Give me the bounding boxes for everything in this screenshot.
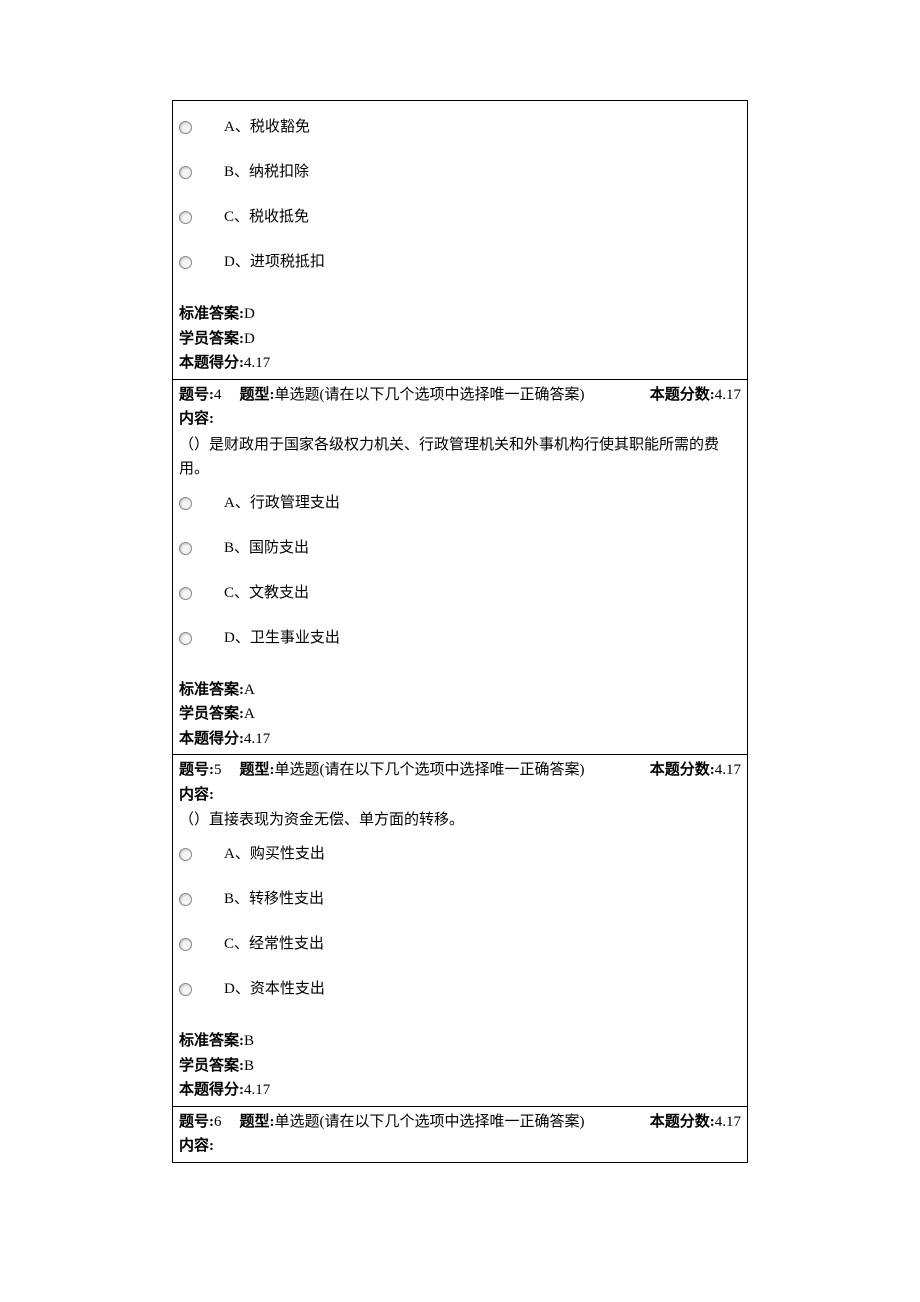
- question-header: 题号:6 题型:单选题(请在以下几个选项中选择唯一正确答案) 本题分数:4.17: [179, 1111, 741, 1134]
- standard-answer-line: 标准答案:A: [179, 679, 741, 702]
- option-row[interactable]: D、资本性支出: [179, 967, 741, 1012]
- option-row[interactable]: B、纳税扣除: [179, 150, 741, 195]
- student-answer-line: 学员答案:D: [179, 328, 741, 351]
- question-header: 题号:5 题型:单选题(请在以下几个选项中选择唯一正确答案) 本题分数:4.17: [179, 759, 741, 782]
- question-block: 题号:6 题型:单选题(请在以下几个选项中选择唯一正确答案) 本题分数:4.17…: [173, 1106, 747, 1162]
- question-score-value: 4.17: [715, 387, 741, 403]
- radio-icon[interactable]: [179, 938, 192, 951]
- student-answer-value: D: [244, 331, 255, 347]
- question-number-value: 5: [214, 762, 222, 778]
- question-content: （）直接表现为资金无偿、单方面的转移。: [179, 808, 741, 832]
- standard-answer-value: A: [244, 682, 255, 698]
- standard-answer-label: 标准答案:: [179, 306, 244, 322]
- question-type-value: 单选题(请在以下几个选项中选择唯一正确答案): [275, 387, 585, 403]
- option-text: C、经常性支出: [224, 934, 324, 955]
- option-row[interactable]: C、文教支出: [179, 571, 741, 616]
- question-score-value: 4.17: [715, 762, 741, 778]
- option-text: A、行政管理支出: [224, 493, 340, 514]
- document-container: A、税收豁免 B、纳税扣除 C、税收抵免 D、进项税抵扣 标准答案:D 学员答案…: [172, 100, 748, 1163]
- standard-answer-line: 标准答案:B: [179, 1030, 741, 1053]
- standard-answer-line: 标准答案:D: [179, 303, 741, 326]
- question-score-label: 本题分数:: [650, 762, 715, 778]
- question-number-value: 6: [214, 1114, 222, 1130]
- score-obtained-value: 4.17: [244, 1082, 270, 1098]
- student-answer-label: 学员答案:: [179, 1058, 244, 1074]
- radio-icon[interactable]: [179, 632, 192, 645]
- question-block: A、税收豁免 B、纳税扣除 C、税收抵免 D、进项税抵扣 标准答案:D 学员答案…: [173, 101, 747, 379]
- score-obtained-line: 本题得分:4.17: [179, 728, 741, 751]
- score-obtained-value: 4.17: [244, 355, 270, 371]
- student-answer-label: 学员答案:: [179, 706, 244, 722]
- option-row[interactable]: A、购买性支出: [179, 832, 741, 877]
- score-obtained-label: 本题得分:: [179, 355, 244, 371]
- radio-icon[interactable]: [179, 256, 192, 269]
- option-row[interactable]: B、转移性支出: [179, 877, 741, 922]
- student-answer-value: B: [244, 1058, 254, 1074]
- option-text: B、转移性支出: [224, 889, 324, 910]
- radio-icon[interactable]: [179, 121, 192, 134]
- question-block: 题号:5 题型:单选题(请在以下几个选项中选择唯一正确答案) 本题分数:4.17…: [173, 754, 747, 1106]
- radio-icon[interactable]: [179, 587, 192, 600]
- question-score-label: 本题分数:: [650, 387, 715, 403]
- standard-answer-label: 标准答案:: [179, 682, 244, 698]
- question-score-label: 本题分数:: [650, 1114, 715, 1130]
- question-content: （）是财政用于国家各级权力机关、行政管理机关和外事机构行使其职能所需的费用。: [179, 433, 741, 481]
- standard-answer-label: 标准答案:: [179, 1033, 244, 1049]
- option-text: D、资本性支出: [224, 979, 325, 1000]
- option-text: B、纳税扣除: [224, 162, 309, 183]
- score-obtained-line: 本题得分:4.17: [179, 1079, 741, 1102]
- option-text: D、进项税抵扣: [224, 252, 325, 273]
- option-row[interactable]: A、行政管理支出: [179, 481, 741, 526]
- option-row[interactable]: C、税收抵免: [179, 195, 741, 240]
- radio-icon[interactable]: [179, 848, 192, 861]
- question-score-value: 4.17: [715, 1114, 741, 1130]
- option-row[interactable]: C、经常性支出: [179, 922, 741, 967]
- standard-answer-value: D: [244, 306, 255, 322]
- score-obtained-line: 本题得分:4.17: [179, 352, 741, 375]
- question-type-label: 题型:: [240, 387, 275, 403]
- radio-icon[interactable]: [179, 211, 192, 224]
- option-text: A、税收豁免: [224, 117, 310, 138]
- option-text: D、卫生事业支出: [224, 628, 340, 649]
- content-label: 内容:: [179, 1135, 741, 1158]
- question-type-value: 单选题(请在以下几个选项中选择唯一正确答案): [275, 1114, 585, 1130]
- question-type-value: 单选题(请在以下几个选项中选择唯一正确答案): [275, 762, 585, 778]
- option-row[interactable]: B、国防支出: [179, 526, 741, 571]
- student-answer-line: 学员答案:A: [179, 703, 741, 726]
- content-label: 内容:: [179, 408, 741, 431]
- radio-icon[interactable]: [179, 166, 192, 179]
- student-answer-label: 学员答案:: [179, 331, 244, 347]
- option-text: C、税收抵免: [224, 207, 309, 228]
- question-number-label: 题号:: [179, 1114, 214, 1130]
- student-answer-value: A: [244, 706, 255, 722]
- score-obtained-label: 本题得分:: [179, 731, 244, 747]
- question-type-label: 题型:: [240, 762, 275, 778]
- standard-answer-value: B: [244, 1033, 254, 1049]
- question-block: 题号:4 题型:单选题(请在以下几个选项中选择唯一正确答案) 本题分数:4.17…: [173, 379, 747, 755]
- radio-icon[interactable]: [179, 893, 192, 906]
- option-row[interactable]: D、卫生事业支出: [179, 616, 741, 661]
- content-label: 内容:: [179, 784, 741, 807]
- question-number-value: 4: [214, 387, 222, 403]
- radio-icon[interactable]: [179, 497, 192, 510]
- radio-icon[interactable]: [179, 542, 192, 555]
- question-number-label: 题号:: [179, 762, 214, 778]
- option-text: A、购买性支出: [224, 844, 325, 865]
- radio-icon[interactable]: [179, 983, 192, 996]
- option-row[interactable]: A、税收豁免: [179, 105, 741, 150]
- student-answer-line: 学员答案:B: [179, 1055, 741, 1078]
- option-row[interactable]: D、进项税抵扣: [179, 240, 741, 285]
- option-text: C、文教支出: [224, 583, 309, 604]
- question-header: 题号:4 题型:单选题(请在以下几个选项中选择唯一正确答案) 本题分数:4.17: [179, 384, 741, 407]
- option-text: B、国防支出: [224, 538, 309, 559]
- score-obtained-value: 4.17: [244, 731, 270, 747]
- score-obtained-label: 本题得分:: [179, 1082, 244, 1098]
- question-number-label: 题号:: [179, 387, 214, 403]
- question-type-label: 题型:: [240, 1114, 275, 1130]
